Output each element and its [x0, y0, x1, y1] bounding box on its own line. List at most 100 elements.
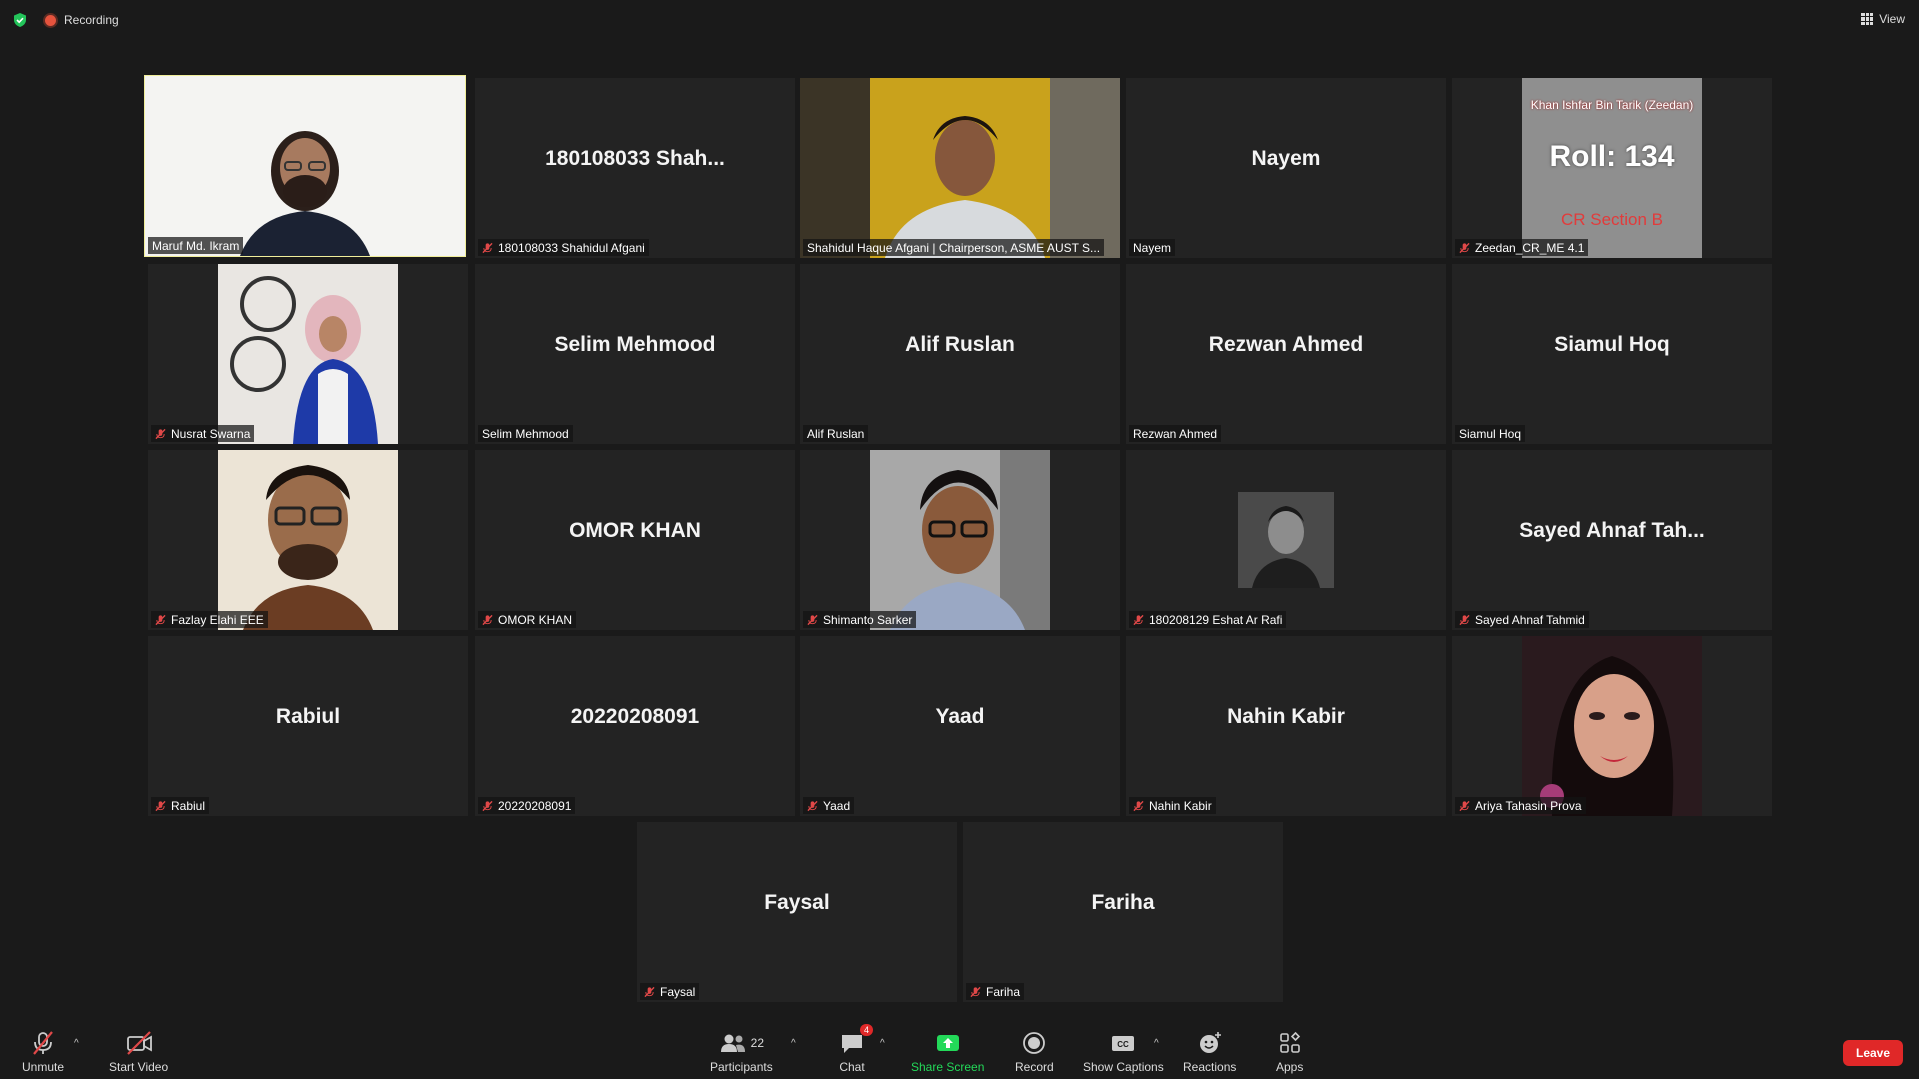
tile-display-name: Rezwan Ahmed [1208, 333, 1364, 356]
tile-display-name: Alif Ruslan [905, 333, 1015, 356]
video-tile-ariya[interactable]: Ariya Tahasin Prova [1452, 636, 1772, 816]
tile-display-name: 20220208091 [570, 705, 700, 728]
share-screen-button[interactable]: Share Screen [911, 1030, 984, 1074]
apps-button[interactable]: Apps [1276, 1030, 1303, 1074]
video-tile-selim[interactable]: Selim Mehmood Selim Mehmood [475, 264, 795, 444]
tile-name-label: Shahidul Haque Afgani | Chairperson, ASM… [803, 239, 1105, 256]
share-screen-label: Share Screen [911, 1060, 985, 1074]
video-tile-sayed[interactable]: Sayed Ahnaf Tah... Sayed Ahnaf Tahmid [1452, 450, 1772, 630]
reactions-label: Reactions [1183, 1060, 1237, 1074]
show-captions-button[interactable]: CC Show Captions [1083, 1030, 1164, 1074]
participants-button[interactable]: 22 Participants [710, 1030, 773, 1074]
tile-name-label: Nahin Kabir [1129, 797, 1216, 814]
apps-label: Apps [1276, 1060, 1304, 1074]
participants-options-caret[interactable]: ^ [791, 1038, 801, 1049]
top-bar: Recording View [0, 0, 1919, 40]
mic-muted-icon [1459, 614, 1470, 625]
show-captions-label: Show Captions [1083, 1060, 1164, 1074]
video-tile-fazlay[interactable]: Fazlay Elahi EEE [148, 450, 468, 630]
svg-text:CC: CC [1118, 1040, 1130, 1049]
video-tile-omor[interactable]: OMOR KHAN OMOR KHAN [475, 450, 795, 630]
video-tile-nayem[interactable]: Nayem Nayem [1126, 78, 1446, 258]
video-tile-20220208091[interactable]: 20220208091 20220208091 [475, 636, 795, 816]
video-tile-nahin[interactable]: Nahin Kabir Nahin Kabir [1126, 636, 1446, 816]
video-tile-alif[interactable]: Alif Ruslan Alif Ruslan [800, 264, 1120, 444]
apps-icon [1279, 1031, 1300, 1053]
video-tile-shahidul[interactable]: Shahidul Haque Afgani | Chairperson, ASM… [800, 78, 1120, 258]
mic-muted-icon [970, 986, 981, 997]
mic-muted-icon [807, 800, 818, 811]
video-tile-zeedan[interactable]: Khan Ishfar Bin Tarik (Zeedan) Roll: 134… [1452, 78, 1772, 258]
tile-display-name: Nayem [1251, 147, 1321, 170]
video-off-icon [126, 1031, 152, 1055]
video-tile-rabiul[interactable]: Rabiul Rabiul [148, 636, 468, 816]
unmute-button[interactable]: Unmute [22, 1030, 64, 1074]
participants-label: Participants [710, 1060, 773, 1074]
mic-muted-icon [155, 428, 166, 439]
video-tile-yaad[interactable]: Yaad Yaad [800, 636, 1120, 816]
tile-display-name: Sayed Ahnaf Tah... [1519, 519, 1705, 542]
tile-display-name: Rabiul [275, 705, 341, 728]
video-tile-rezwan[interactable]: Rezwan Ahmed Rezwan Ahmed [1126, 264, 1446, 444]
tile-display-name: Siamul Hoq [1554, 333, 1670, 356]
tile-display-name: Yaad [935, 705, 985, 728]
shield-icon[interactable] [12, 12, 28, 28]
chat-button[interactable]: 4 Chat [839, 1024, 873, 1074]
video-tile-siamul[interactable]: Siamul Hoq Siamul Hoq [1452, 264, 1772, 444]
tile-name-label: Fazlay Elahi EEE [151, 611, 268, 628]
zeedan-card-roll: Roll: 134 [1549, 140, 1675, 173]
tile-name-label: 20220208091 [478, 797, 576, 814]
participant-video [218, 264, 398, 444]
view-button[interactable]: View [1861, 12, 1905, 26]
tile-name-label: Yaad [803, 797, 855, 814]
reactions-smiley-icon [1199, 1032, 1221, 1053]
participants-count: 22 [750, 1036, 765, 1050]
chat-options-caret[interactable]: ^ [880, 1038, 890, 1049]
video-tile-eshat[interactable]: 180208129 Eshat Ar Rafi [1126, 450, 1446, 630]
tile-name-label: Nayem [1129, 239, 1176, 256]
participants-icon [720, 1034, 745, 1052]
tile-name-label: Shimanto Sarker [803, 611, 917, 628]
tile-name-label: 180108033 Shahidul Afgani [478, 239, 649, 256]
share-screen-icon [936, 1035, 959, 1051]
mic-muted-icon [807, 614, 818, 625]
grid-view-icon [1861, 13, 1874, 25]
view-label: View [1879, 12, 1905, 26]
video-tile-fariha[interactable]: Fariha Fariha [963, 822, 1283, 1002]
mic-muted-icon [1133, 800, 1144, 811]
tile-display-name: 180108033 Shah... [545, 147, 725, 170]
recording-indicator[interactable]: Recording [45, 13, 119, 27]
video-tile-faysal[interactable]: Faysal Faysal [637, 822, 957, 1002]
start-video-button[interactable]: Start Video [109, 1030, 168, 1074]
tile-display-name: Nahin Kabir [1227, 705, 1345, 728]
video-tile-nusrat[interactable]: Nusrat Swarna [148, 264, 468, 444]
tile-name-label: Rabiul [151, 797, 210, 814]
record-dot-icon [45, 14, 56, 26]
tile-name-label: 180208129 Eshat Ar Rafi [1129, 611, 1287, 628]
mic-muted-icon [644, 986, 655, 997]
reactions-button[interactable]: Reactions [1183, 1030, 1236, 1074]
audio-options-caret[interactable]: ^ [74, 1038, 84, 1049]
mic-muted-icon [482, 800, 493, 811]
meeting-toolbar: Unmute ^ Start Video 22 Participants ^ 4… [0, 1022, 1919, 1079]
recording-label: Recording [64, 13, 119, 27]
closed-captions-icon: CC [1112, 1036, 1135, 1051]
tile-name-label: Sayed Ahnaf Tahmid [1455, 611, 1589, 628]
captions-options-caret[interactable]: ^ [1154, 1038, 1164, 1049]
tile-display-name: Faysal [764, 891, 830, 914]
tile-name-label: Selim Mehmood [478, 425, 573, 442]
video-tile-maruf[interactable]: Maruf Md. Ikram [144, 75, 466, 257]
record-button[interactable]: Record [1015, 1030, 1054, 1074]
mic-muted-icon [1459, 242, 1470, 253]
leave-button[interactable]: Leave [1843, 1040, 1903, 1066]
video-tile-180108033[interactable]: 180108033 Shah... 180108033 Shahidul Afg… [475, 78, 795, 258]
video-tile-shimanto[interactable]: Shimanto Sarker [800, 450, 1120, 630]
participant-video [800, 78, 1120, 258]
unmute-label: Unmute [22, 1060, 65, 1074]
participant-video [145, 76, 465, 256]
participant-video [870, 450, 1050, 630]
participant-video: Khan Ishfar Bin Tarik (Zeedan) Roll: 134… [1522, 78, 1702, 258]
tile-name-label: Zeedan_CR_ME 4.1 [1455, 239, 1589, 256]
tile-name-label: Alif Ruslan [803, 425, 869, 442]
tile-display-name: Selim Mehmood [554, 333, 716, 356]
